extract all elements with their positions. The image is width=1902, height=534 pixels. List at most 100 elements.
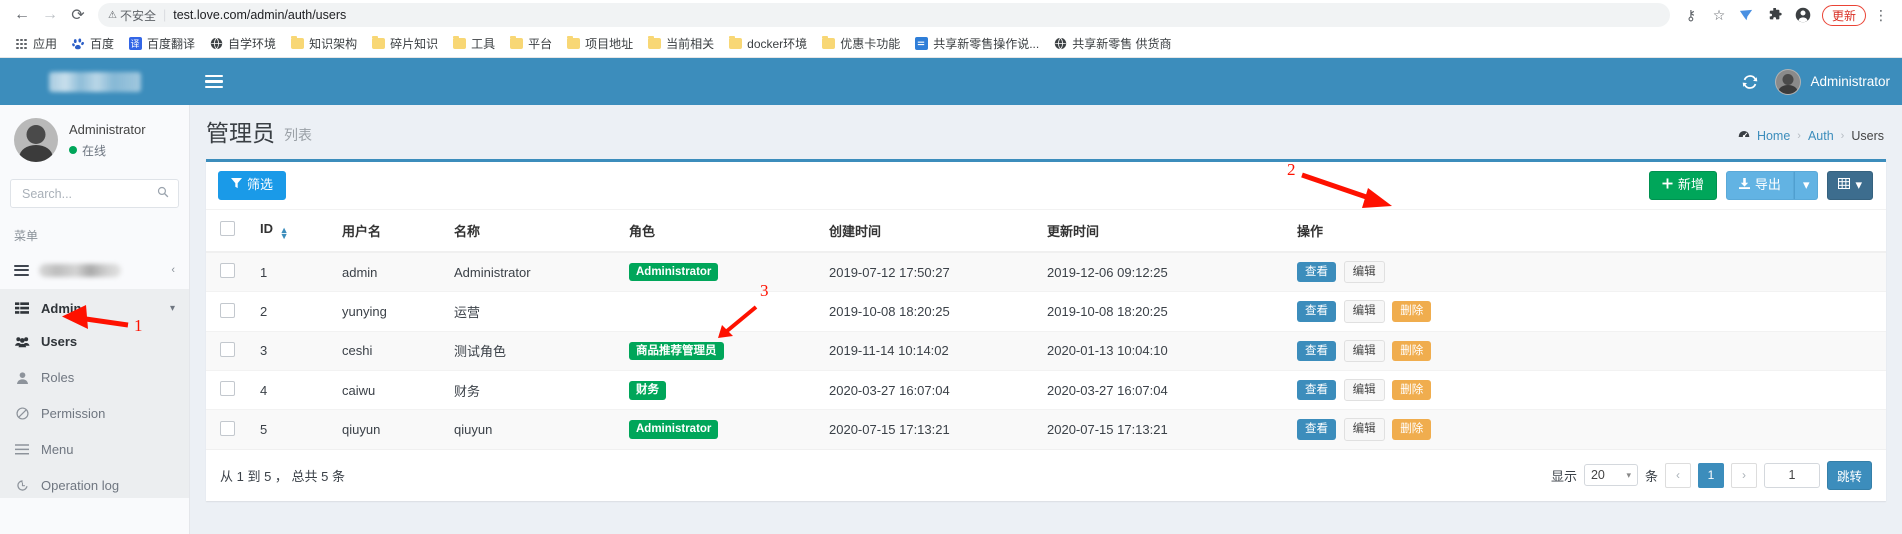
edit-button[interactable]: 编辑	[1343, 379, 1385, 402]
edit-button[interactable]: 编辑	[1343, 260, 1385, 284]
bookmark-tools[interactable]: 工具	[446, 33, 501, 54]
cell-id: 2	[252, 291, 334, 332]
breadcrumb-item-home[interactable]: Home	[1757, 129, 1790, 143]
plus-icon	[1662, 178, 1673, 193]
search-icon[interactable]	[157, 186, 169, 201]
add-label: 新增	[1677, 177, 1704, 192]
forward-icon[interactable]: →	[36, 1, 64, 29]
translate-icon: 译	[128, 37, 142, 51]
bookmark-baidu-translate[interactable]: 译 百度翻译	[122, 33, 201, 54]
select-all-checkbox[interactable]	[220, 221, 235, 237]
cell-created-at: 2020-07-15 17:13:21	[821, 409, 1039, 449]
sidebar-item-permission[interactable]: Permission	[0, 401, 189, 426]
bookmark-knowledge-arch[interactable]: 知识架构	[284, 33, 363, 54]
sidebar-item-operation-log[interactable]: Operation log	[0, 473, 189, 498]
sidebar-item-admin[interactable]: Admin ▾	[0, 293, 189, 323]
back-icon[interactable]: ←	[8, 1, 36, 29]
filter-label: 筛选	[247, 177, 274, 192]
cell-actions: 查看 编辑 删除	[1289, 409, 1886, 449]
bookmark-apps[interactable]: 应用	[8, 33, 63, 54]
breadcrumb-separator: ›	[1797, 129, 1801, 142]
table-row[interactable]: 2 yunying 运营 2019-10-08 18:20:25 2019-10…	[206, 291, 1886, 332]
key-icon[interactable]: ⚷	[1678, 2, 1704, 28]
header-user-menu[interactable]: Administrator	[1775, 68, 1890, 95]
view-button[interactable]: 查看	[1297, 419, 1336, 440]
address-bar[interactable]: ⚠ 不安全 | test.love.com/admin/auth/users	[98, 3, 1670, 27]
bookmark-project-address[interactable]: 项目地址	[560, 33, 639, 54]
bookmark-coupon-feature[interactable]: 优惠卡功能	[815, 33, 906, 54]
view-button[interactable]: 查看	[1297, 301, 1336, 322]
delete-button[interactable]: 删除	[1392, 301, 1432, 322]
role-badge-row-3: 商品推荐管理员	[629, 341, 724, 361]
globe-icon	[209, 37, 223, 51]
table-row[interactable]: 3 ceshi 测试角色 商品推荐管理员 2019-11-14 10:14:02…	[206, 330, 1886, 371]
cell-username: admin	[334, 251, 446, 292]
row-checkbox[interactable]	[220, 381, 235, 397]
refresh-icon[interactable]	[1737, 69, 1763, 95]
pagination: 显示 20 ▾ 条 ‹ 1 › 跳转	[1551, 460, 1872, 490]
edit-button[interactable]: 编辑	[1343, 418, 1385, 441]
bookmark-baidu[interactable]: 百度	[65, 33, 120, 54]
sidebar-item-menu[interactable]: Menu	[0, 437, 189, 462]
breadcrumb-item-auth[interactable]: Auth	[1808, 129, 1834, 143]
sidebar-item-roles[interactable]: Roles	[0, 365, 189, 390]
folder-icon	[647, 36, 661, 51]
table-row[interactable]: 1 admin Administrator Administrator 2019…	[206, 251, 1886, 292]
cell-role: 商品推荐管理员	[621, 330, 821, 371]
column-selector-button[interactable]: ▾	[1827, 171, 1873, 200]
delete-button[interactable]: 删除	[1392, 419, 1432, 440]
sidebar-item-users[interactable]: Users	[0, 329, 189, 354]
filter-button[interactable]: 筛选	[218, 171, 287, 200]
sort-icon[interactable]: ▲ ▼	[280, 226, 289, 241]
sidebar-item-label: Users	[41, 334, 78, 349]
add-button[interactable]: 新增	[1648, 171, 1717, 200]
table-row[interactable]: 4 caiwu 财务 财务 2020-03-27 16:07:04 2020-0…	[206, 370, 1886, 410]
folder-icon	[821, 36, 835, 51]
sidebar-item-label: Menu	[41, 442, 74, 457]
star-icon[interactable]: ☆	[1706, 2, 1732, 28]
profile-icon[interactable]	[1790, 2, 1816, 28]
table-row[interactable]: 5 qiuyun qiuyun Administrator 2020-07-15…	[206, 409, 1886, 449]
bookmark-self-study[interactable]: 自学环境	[203, 33, 282, 54]
bookmark-platform[interactable]: 平台	[503, 33, 558, 54]
brand-logo[interactable]	[0, 58, 190, 105]
bookmark-fragment-knowledge[interactable]: 碎片知识	[365, 33, 444, 54]
column-header-id[interactable]: ID ▲ ▼	[252, 209, 334, 253]
bookmark-retail-supplier[interactable]: 共享新零售 供货商	[1047, 33, 1177, 54]
row-checkbox[interactable]	[220, 420, 235, 436]
app-body: Administrator 在线 菜单 ‹	[0, 105, 1902, 534]
jump-button[interactable]: 跳转	[1826, 460, 1872, 490]
edit-button[interactable]: 编辑	[1343, 300, 1385, 323]
delete-button[interactable]: 删除	[1392, 340, 1432, 362]
page-size-select[interactable]: 20 ▾	[1583, 464, 1638, 487]
view-button[interactable]: 查看	[1297, 380, 1336, 401]
view-button[interactable]: 查看	[1297, 340, 1336, 362]
row-checkbox[interactable]	[220, 302, 235, 318]
next-page-button[interactable]: ›	[1730, 462, 1757, 488]
update-button[interactable]: 更新	[1821, 4, 1866, 26]
reload-icon[interactable]: ⟳	[64, 1, 92, 29]
row-checkbox[interactable]	[220, 263, 235, 279]
export-dropdown-toggle[interactable]: ▾	[1793, 171, 1819, 200]
edit-button[interactable]: 编辑	[1343, 339, 1385, 363]
bookmark-docker-env[interactable]: docker环境	[722, 33, 813, 54]
export-button[interactable]: 导出	[1725, 171, 1794, 200]
sidebar-user-name: Administrator	[69, 121, 146, 137]
row-checkbox[interactable]	[220, 341, 235, 357]
bookmark-retail-manual[interactable]: 共享新零售操作说...	[908, 33, 1045, 54]
view-button[interactable]: 查看	[1297, 261, 1336, 283]
sidebar-toggle-button[interactable]	[190, 58, 238, 105]
prev-page-button[interactable]: ‹	[1664, 462, 1691, 488]
sidebar-search[interactable]	[10, 179, 179, 208]
kebab-menu-icon[interactable]: ⋮	[1868, 2, 1894, 28]
bookmark-current-related[interactable]: 当前相关	[641, 33, 720, 54]
sidebar-item-redacted[interactable]: ‹	[0, 254, 189, 289]
th-list-icon	[14, 301, 30, 315]
extension-blue-icon[interactable]	[1734, 2, 1760, 28]
jump-page-input[interactable]	[1763, 462, 1820, 488]
delete-button[interactable]: 删除	[1392, 380, 1432, 401]
cell-name: qiuyun	[446, 409, 621, 449]
page-number-button[interactable]: 1	[1697, 462, 1724, 488]
puzzle-icon[interactable]	[1762, 2, 1788, 28]
search-input[interactable]	[20, 185, 157, 202]
